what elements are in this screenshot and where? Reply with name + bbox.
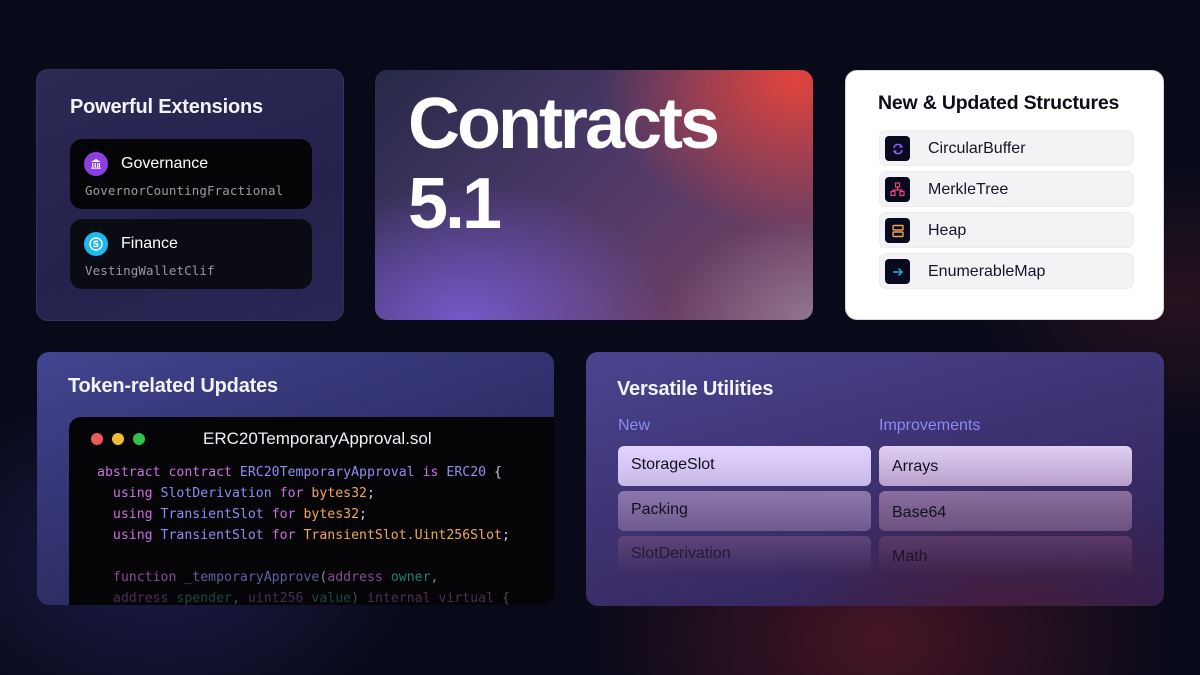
extensions-title: Powerful Extensions [70, 96, 263, 118]
utility-label: StorageSlot [631, 456, 715, 473]
utility-item-packing[interactable]: Packing [618, 491, 871, 531]
code-token: TransientSlot [160, 528, 272, 543]
utility-item-slotderivation[interactable]: SlotDerivation [618, 536, 871, 576]
structure-item-enumerablemap[interactable]: EnumerableMap [879, 253, 1134, 289]
code-token: bytes32 [303, 507, 360, 522]
code-token: is [422, 465, 447, 480]
code-token: owner [390, 570, 431, 585]
code-line: abstract contract ERC20TemporaryApproval… [97, 462, 510, 483]
structure-label: MerkleTree [928, 181, 1009, 198]
utility-label: Base64 [892, 504, 947, 521]
code-line: using SlotDerivation for bytes32; [97, 483, 510, 504]
code-token: uint256 [247, 591, 312, 605]
dollar-coin-icon: S [84, 232, 108, 256]
utility-label: Arrays [892, 458, 939, 475]
extension-item-finance[interactable]: S Finance VestingWalletClif [70, 219, 312, 289]
utility-item-math[interactable]: Math [879, 536, 1132, 576]
code-filename: ERC20TemporaryApproval.sol [203, 429, 432, 448]
extension-contract: GovernorCountingFractional [85, 183, 284, 198]
utilities-card: Versatile Utilities New Improvements Sto… [586, 352, 1164, 606]
code-token: ) [351, 591, 367, 605]
structure-label: CircularBuffer [928, 140, 1026, 157]
tree-nodes-icon [885, 177, 910, 202]
column-header-improvements: Improvements [879, 417, 981, 434]
code-token: abstract contract [97, 465, 240, 480]
code-line: function _temporaryApprove(address owner… [97, 567, 510, 588]
code-token: using [97, 507, 161, 522]
bank-icon [84, 152, 108, 176]
code-token: for [271, 507, 304, 522]
hero-title: Contracts 5.1 [408, 84, 720, 244]
svg-text:S: S [93, 240, 99, 250]
code-token: TransientSlot.Uint256Slot [303, 528, 502, 543]
structures-card: New & Updated Structures CircularBuffer … [845, 70, 1164, 320]
code-token: address [327, 570, 391, 585]
extension-contract: VestingWalletClif [85, 263, 215, 278]
utility-item-arrays[interactable]: Arrays [879, 446, 1132, 486]
code-token: for [279, 486, 312, 501]
utility-label: SlotDerivation [631, 545, 731, 562]
arrow-right-icon [885, 259, 910, 284]
extensions-card: Powerful Extensions Governance GovernorC… [36, 69, 344, 321]
code-token: { [494, 465, 502, 480]
code-token: ; [501, 528, 510, 543]
token-updates-title: Token-related Updates [68, 375, 278, 397]
hero-title-line1: Contracts [408, 84, 720, 164]
code-token: _temporaryApprove [184, 570, 320, 585]
window-minimize-dot [112, 433, 124, 445]
code-token: using [97, 528, 161, 543]
hero-version: 5.1 [408, 164, 502, 244]
utility-label: Math [892, 548, 928, 565]
code-token: , [231, 591, 248, 605]
structure-label: Heap [928, 222, 967, 239]
code-token: SlotDerivation [160, 486, 280, 501]
extension-name: Governance [121, 155, 209, 172]
code-token: function [97, 570, 185, 585]
extension-item-governance[interactable]: Governance GovernorCountingFractional [70, 139, 312, 209]
code-token: ; [366, 486, 375, 501]
code-line: address spender, uint256 value) internal… [97, 588, 510, 605]
code-token: bytes32 [311, 486, 367, 501]
structure-item-merkletree[interactable]: MerkleTree [879, 171, 1134, 207]
code-token: for [271, 528, 304, 543]
utility-item-base64[interactable]: Base64 [879, 491, 1132, 531]
structure-item-heap[interactable]: Heap [879, 212, 1134, 248]
structure-label: EnumerableMap [928, 263, 1046, 280]
utilities-title: Versatile Utilities [617, 378, 774, 400]
code-token: ; [359, 507, 367, 522]
utility-item-storageslot[interactable]: StorageSlot [618, 446, 871, 486]
code-token: using [97, 486, 161, 501]
code-line: using TransientSlot for bytes32; [97, 504, 510, 525]
code-token: { [501, 591, 510, 605]
column-header-new: New [618, 417, 651, 434]
extension-name: Finance [121, 235, 178, 252]
hero-card: Contracts 5.1 [375, 70, 813, 320]
token-updates-card: Token-related Updates ERC20TemporaryAppr… [37, 352, 554, 605]
code-token: spender [176, 591, 232, 605]
code-token: address [97, 591, 177, 605]
code-token: ERC20TemporaryApproval [239, 465, 423, 480]
stacked-boxes-icon [885, 218, 910, 243]
code-token: internal virtual [367, 591, 502, 605]
code-window: ERC20TemporaryApproval.sol abstract cont… [69, 417, 554, 605]
refresh-cycle-icon [885, 136, 910, 161]
code-block: abstract contract ERC20TemporaryApproval… [97, 462, 510, 605]
utility-label: Packing [631, 501, 688, 518]
code-token: TransientSlot [160, 507, 272, 522]
code-token: ERC20 [446, 465, 495, 480]
window-close-dot [91, 433, 103, 445]
code-token: , [430, 570, 439, 585]
structures-title: New & Updated Structures [878, 92, 1120, 114]
structure-item-circularbuffer[interactable]: CircularBuffer [879, 130, 1134, 166]
code-token: value [311, 591, 352, 605]
code-line: using TransientSlot for TransientSlot.Ui… [97, 525, 510, 546]
window-maximize-dot [133, 433, 145, 445]
